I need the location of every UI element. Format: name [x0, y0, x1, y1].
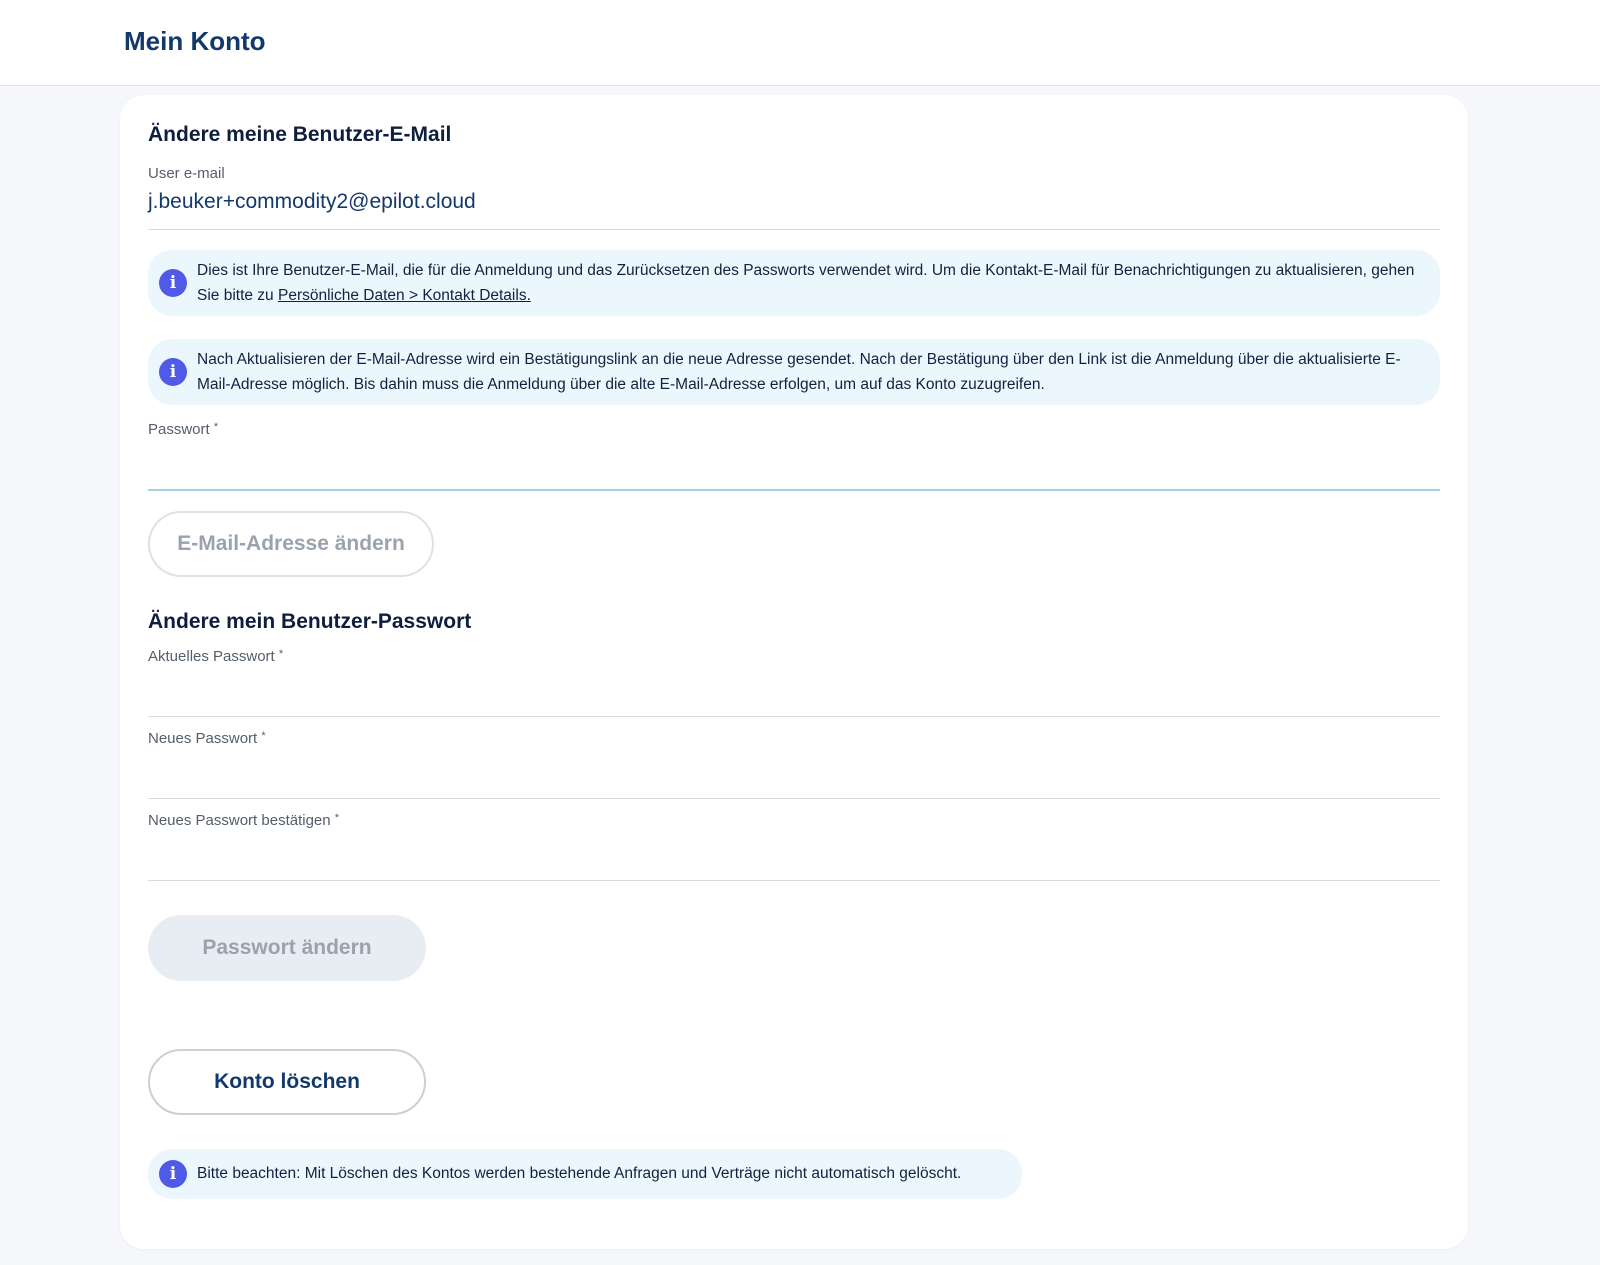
required-mark: * [278, 648, 284, 660]
required-mark: * [213, 421, 219, 433]
info-text-user-email: Dies ist Ihre Benutzer-E-Mail, die für d… [197, 258, 1417, 308]
new-password-input[interactable] [148, 755, 1440, 785]
info-icon: i [159, 358, 187, 386]
info-text-delete-account: Bitte beachten: Mit Löschen des Kontos w… [197, 1165, 962, 1182]
info-icon: i [159, 269, 187, 297]
user-email-value: j.beuker+commodity2@epilot.cloud [148, 190, 476, 213]
email-section-password-input[interactable] [148, 447, 1440, 477]
change-email-button[interactable]: E-Mail-Adresse ändern [148, 511, 434, 577]
new-password-label-text: Neues Passwort [148, 730, 258, 747]
new-password-label: Neues Passwort * [148, 730, 266, 747]
account-card: Ändere meine Benutzer-E-Mail User e-mail… [120, 95, 1468, 1249]
current-password-input[interactable] [148, 673, 1440, 703]
confirm-password-label: Neues Passwort bestätigen * [148, 812, 339, 829]
user-email-label: User e-mail [148, 165, 225, 182]
personal-data-contact-details-link[interactable]: Persönliche Daten > Kontakt Details. [278, 287, 531, 304]
password-label-text: Passwort [148, 421, 210, 438]
info-box-delete-account: i Bitte beachten: Mit Löschen des Kontos… [148, 1149, 1022, 1199]
new-password-underline [148, 798, 1440, 799]
email-section-title: Ändere meine Benutzer-E-Mail [148, 123, 452, 146]
user-email-underline [148, 229, 1440, 230]
confirm-password-label-text: Neues Passwort bestätigen [148, 812, 331, 829]
top-bar: Mein Konto [0, 0, 1600, 86]
confirm-password-underline [148, 880, 1440, 881]
info-text-email-update: Nach Aktualisieren der E-Mail-Adresse wi… [197, 351, 1401, 393]
info-box-user-email: i Dies ist Ihre Benutzer-E-Mail, die für… [148, 250, 1440, 316]
confirm-password-input[interactable] [148, 837, 1440, 867]
change-password-button[interactable]: Passwort ändern [148, 915, 426, 981]
required-mark: * [334, 812, 340, 824]
info-box-email-update: i Nach Aktualisieren der E-Mail-Adresse … [148, 339, 1440, 405]
current-password-underline [148, 716, 1440, 717]
delete-account-button[interactable]: Konto löschen [148, 1049, 426, 1115]
page-title: Mein Konto [124, 26, 266, 56]
info-icon: i [159, 1160, 187, 1188]
password-label: Passwort * [148, 421, 218, 438]
current-password-label: Aktuelles Passwort * [148, 648, 283, 665]
required-mark: * [261, 730, 266, 742]
password-input-underline [148, 489, 1440, 491]
current-password-label-text: Aktuelles Passwort [148, 648, 275, 665]
password-section-title: Ändere mein Benutzer-Passwort [148, 610, 472, 633]
